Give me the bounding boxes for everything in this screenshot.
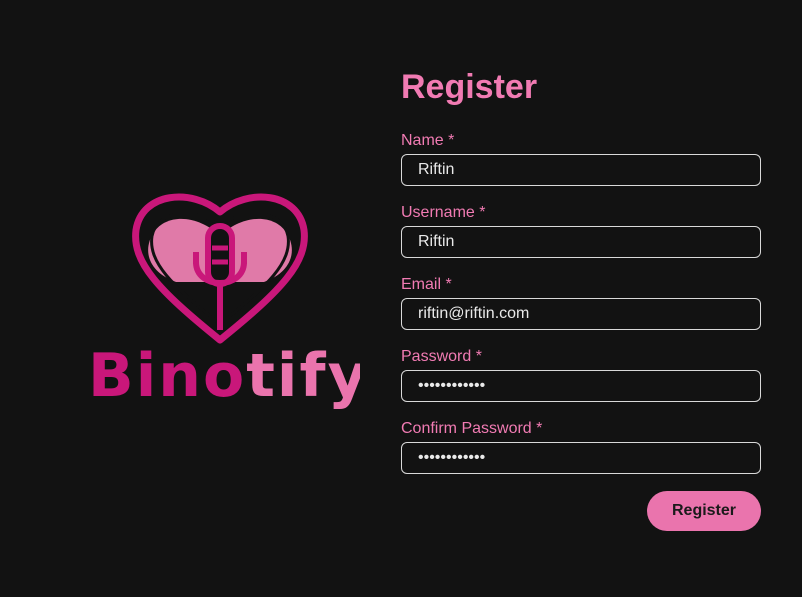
email-input[interactable]: [401, 298, 761, 330]
username-field-group: Username *: [401, 204, 761, 258]
required-marker: *: [536, 420, 543, 437]
register-form: Register Name * Username * Email * Passw…: [401, 66, 761, 531]
name-field-group: Name *: [401, 132, 761, 186]
password-label-text: Password: [401, 348, 472, 365]
password-field-group: Password *: [401, 348, 761, 402]
required-marker: *: [475, 348, 482, 365]
email-label: Email *: [401, 276, 761, 294]
confirm-password-label: Confirm Password *: [401, 420, 761, 438]
password-input[interactable]: [401, 370, 761, 402]
username-input[interactable]: [401, 226, 761, 258]
name-input[interactable]: [401, 154, 761, 186]
form-title: Register: [401, 68, 538, 106]
confirm-password-label-text: Confirm Password: [401, 420, 532, 437]
confirm-password-field-group: Confirm Password *: [401, 420, 761, 474]
confirm-password-input[interactable]: [401, 442, 761, 474]
password-label: Password *: [401, 348, 761, 366]
brand-wordmark-secondary: tify: [246, 341, 360, 410]
register-page: Binotify Register Name * Username * Emai…: [0, 0, 802, 597]
email-field-group: Email *: [401, 276, 761, 330]
brand-wordmark-primary: Bino: [88, 341, 246, 410]
required-marker: *: [445, 276, 452, 293]
required-marker: *: [448, 132, 455, 149]
binotify-logo: Binotify: [80, 190, 360, 410]
email-label-text: Email: [401, 276, 442, 293]
username-label-text: Username: [401, 204, 475, 221]
register-button[interactable]: Register: [647, 491, 761, 531]
name-label: Name *: [401, 132, 761, 150]
submit-row: Register: [401, 491, 761, 531]
heart-microphone-icon: Binotify: [88, 193, 360, 410]
brand-wordmark: Binotify: [88, 341, 360, 410]
required-marker: *: [479, 204, 486, 221]
name-label-text: Name: [401, 132, 444, 149]
username-label: Username *: [401, 204, 761, 222]
